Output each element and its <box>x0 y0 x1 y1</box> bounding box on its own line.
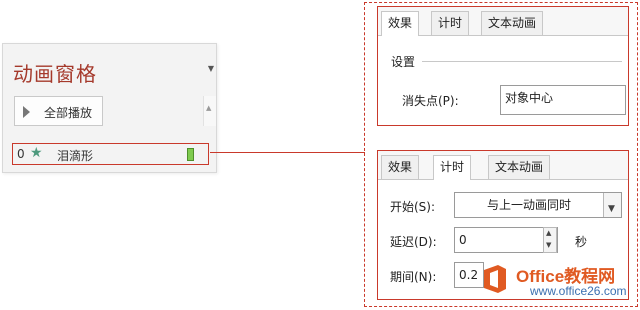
play-all-button[interactable]: 全部播放 <box>14 96 103 126</box>
tab-effect[interactable]: 效果 <box>381 155 420 179</box>
tab-effect[interactable]: 效果 <box>381 11 420 36</box>
watermark: Office教程网 www.office26.com <box>480 262 638 308</box>
chevron-down-icon[interactable]: ▼ <box>603 193 621 217</box>
start-select[interactable]: 与上一动画同时 ▼ <box>454 192 622 218</box>
item-name: 泪滴形 <box>57 149 94 163</box>
delay-value: 0 <box>459 233 467 247</box>
vanish-point-value: 对象中心 <box>505 91 554 105</box>
delay-label: 延迟(D): <box>390 235 437 249</box>
tab-bar: 效果 计时 文本动画 <box>378 7 628 36</box>
duration-value: 0.2 <box>459 268 479 282</box>
vanish-point-field[interactable]: 对象中心 <box>500 85 626 115</box>
connector-line <box>210 152 365 153</box>
play-icon <box>23 106 30 118</box>
watermark-url: www.office26.com <box>530 284 627 298</box>
settings-section-label: 设置 <box>391 55 416 69</box>
tab-timing[interactable]: 计时 <box>431 11 470 35</box>
office-logo-icon <box>484 265 506 293</box>
vanish-point-label: 消失点(P): <box>402 94 459 108</box>
item-number: 0 <box>17 147 25 161</box>
tab-text-animation[interactable]: 文本动画 <box>488 155 551 179</box>
play-all-label: 全部播放 <box>44 106 93 120</box>
tab-bar: 效果 计时 文本动画 <box>378 151 628 180</box>
pane-options-arrow-icon[interactable]: ▼ <box>208 64 214 73</box>
timeline-bar[interactable] <box>187 148 194 161</box>
start-value: 与上一动画同时 <box>486 198 571 212</box>
duration-label: 期间(N): <box>390 270 437 284</box>
delay-unit: 秒 <box>575 235 588 249</box>
tab-timing[interactable]: 计时 <box>433 155 472 180</box>
tab-text-animation[interactable]: 文本动画 <box>481 11 544 35</box>
chevron-up-icon: ▲ <box>206 104 212 112</box>
section-divider <box>422 61 622 62</box>
pane-title: 动画窗格 <box>13 62 97 86</box>
star-icon: ★ <box>30 145 43 161</box>
stepper-up-icon[interactable]: ▲ <box>546 229 551 237</box>
effect-dialog-panel: 效果 计时 文本动画 设置 消失点(P): 对象中心 <box>377 6 629 126</box>
animation-list-item[interactable]: 0 ★ 泪滴形 <box>12 143 209 165</box>
animation-pane: 动画窗格 ▼ 全部播放 ▲ 0 ★ 泪滴形 <box>2 43 217 173</box>
delay-stepper[interactable]: ▲ ▼ <box>543 227 557 253</box>
start-label: 开始(S): <box>390 200 436 214</box>
scroll-up-button[interactable]: ▲ <box>203 96 216 126</box>
stepper-down-icon[interactable]: ▼ <box>546 241 551 249</box>
